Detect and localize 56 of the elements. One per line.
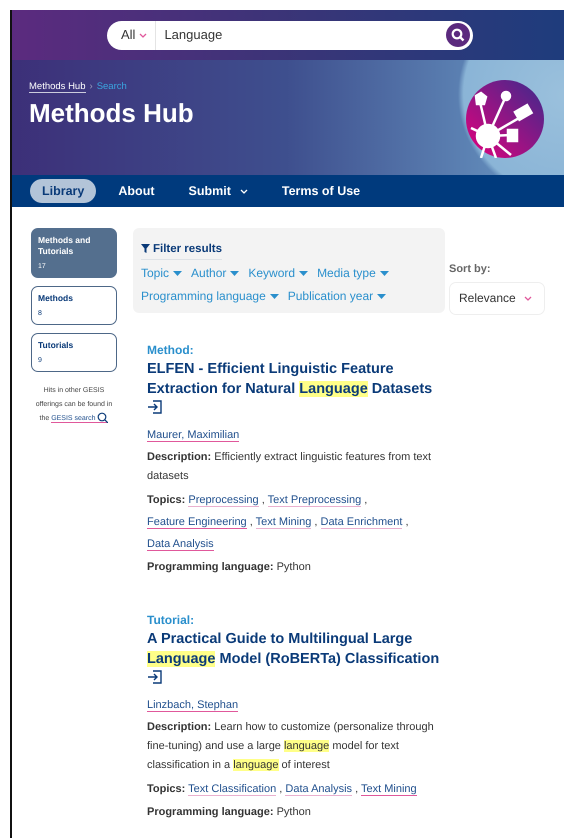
comma-separator: , [355, 782, 358, 794]
filter-icon [141, 244, 150, 254]
breadcrumb-link[interactable]: Methods Hub [29, 81, 86, 93]
caret-icon [173, 270, 182, 276]
sort-label: Sort by: [449, 262, 492, 277]
nav-tab[interactable]: About [106, 178, 166, 204]
caret-icon [380, 270, 389, 276]
caret-icon [240, 188, 248, 194]
topic-link[interactable]: Preprocessing [188, 494, 259, 506]
programming-language: Programming language: Python [147, 804, 312, 820]
comma-separator: , [364, 494, 368, 506]
topic-link[interactable]: Data Enrichment [320, 516, 402, 528]
topic-link[interactable]: Text Classification [188, 782, 276, 796]
topic-link[interactable]: Data Analysis [285, 782, 352, 796]
programming-language: Programming language: Python [147, 560, 312, 574]
caret-icon [299, 270, 308, 276]
topic-link[interactable]: Feature Engineering [147, 516, 247, 528]
topic-link[interactable]: Text Preprocessing [268, 494, 362, 506]
topics-label: Topics: [147, 494, 186, 506]
author-link[interactable]: Maurer, Maximilian [147, 428, 240, 442]
search-icon [451, 28, 465, 42]
sort-dropdown[interactable]: Relevance [449, 282, 545, 314]
comma-separator: , [250, 516, 253, 528]
sign-in-icon [147, 668, 163, 684]
breadcrumb-separator: › [90, 81, 93, 92]
scope-dropdown[interactable]: All [107, 20, 156, 50]
search-button[interactable] [446, 23, 470, 47]
page-title: Methods Hub [29, 98, 195, 130]
nav-tab[interactable]: Library [30, 178, 96, 204]
comma-separator: , [314, 516, 318, 528]
nav-tab[interactable]: Terms of Use [270, 178, 372, 204]
breadcrumb-current: Search [96, 81, 127, 92]
nav-tab[interactable]: Submit [176, 178, 260, 204]
search-icon [97, 412, 108, 424]
comma-separator: , [262, 494, 265, 506]
search-field[interactable]: All Language [107, 20, 473, 50]
result-title[interactable]: A Practical Guide to Multilingual Large Language Model (RoBERTa) Classification [147, 628, 447, 690]
result-type: Tutorial: [147, 612, 196, 628]
author-link[interactable]: Linzbach, Stephan [147, 698, 238, 712]
topic-link[interactable]: Text Mining [361, 782, 417, 796]
topics-label: Topics: [147, 782, 186, 794]
sign-in-icon [147, 398, 163, 414]
result-title[interactable]: ELFEN - Efficient Linguistic Feature Extraction for Natural Language Datasets [147, 358, 447, 420]
caret-icon [377, 294, 386, 299]
caret-icon [139, 32, 148, 38]
topic-link[interactable]: Text Mining [256, 516, 312, 528]
result-description: Description: Efficiently extract linguistic features from text datasets [147, 450, 432, 484]
topic-link[interactable]: Data Analysis [147, 538, 214, 550]
caret-icon [524, 294, 532, 302]
result-type: Method: [147, 342, 195, 358]
filter-results-button[interactable]: Filter results [141, 241, 222, 260]
result-description: Description: Learn how to customize (personalize through fine-tuning) and use a large language model for text classification in a language of interest [147, 720, 435, 772]
caret-icon [230, 270, 240, 276]
caret-icon [270, 294, 279, 299]
comma-separator: , [279, 782, 282, 794]
comma-separator: , [406, 516, 409, 528]
